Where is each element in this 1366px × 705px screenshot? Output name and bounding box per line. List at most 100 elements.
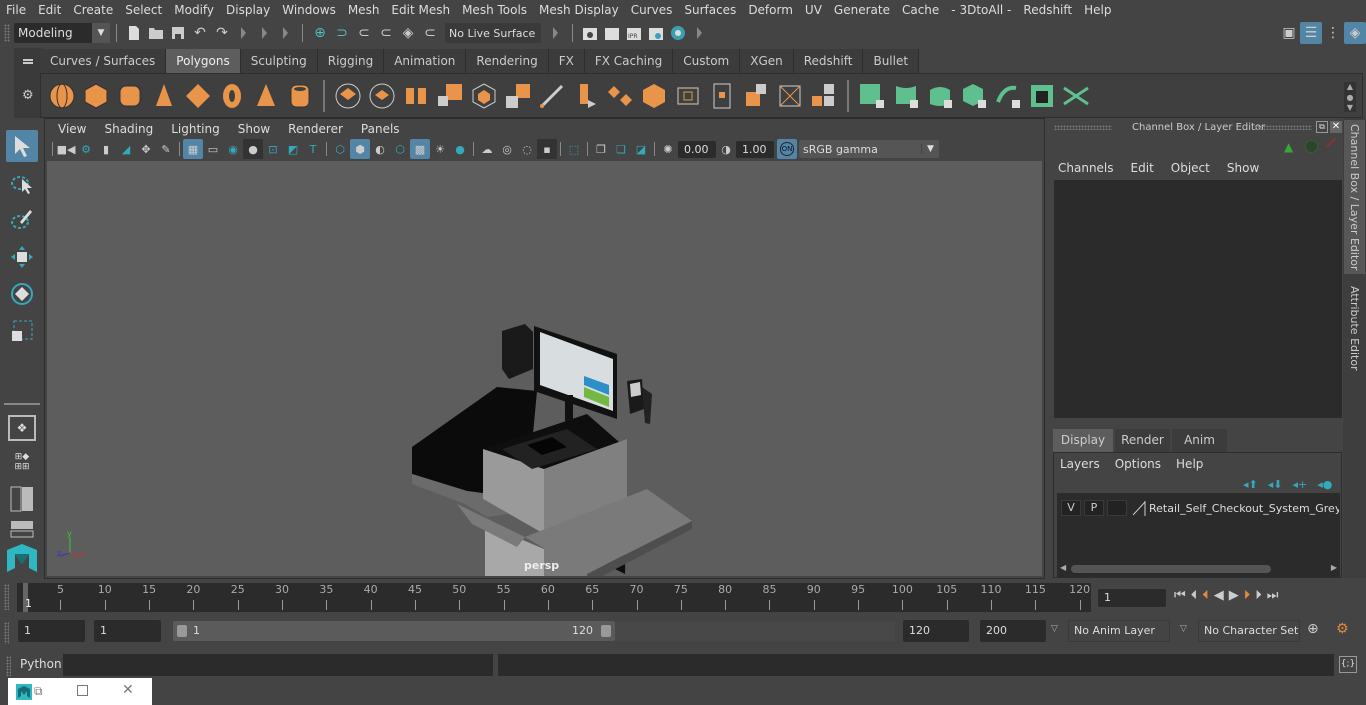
snap-view-plane-icon[interactable]: ⊂ [375, 22, 397, 44]
target-weld-icon[interactable] [604, 80, 636, 112]
layer-tab-render[interactable]: Render [1115, 429, 1170, 452]
layer-menu-options[interactable]: Options [1115, 457, 1161, 471]
viewport-menu-show[interactable]: Show [229, 122, 279, 136]
hypershade-icon[interactable] [667, 22, 689, 44]
film-gate-icon[interactable]: ▭ [203, 139, 223, 159]
drag-handle[interactable] [4, 622, 9, 644]
scene-end-field[interactable]: 200 [980, 620, 1046, 642]
textured-icon[interactable]: ▩ [410, 139, 430, 159]
scroll-down-icon[interactable]: ▼ [1347, 103, 1353, 112]
go-to-start-icon[interactable]: ⏮ [1174, 588, 1186, 603]
shelf-menu-icon[interactable] [23, 59, 33, 64]
playback-end-field[interactable]: 120 [903, 620, 969, 642]
menu-cache[interactable]: Cache [896, 3, 945, 17]
move-tool-icon[interactable] [6, 241, 38, 273]
smooth-shade-icon[interactable]: ⬢ [350, 139, 370, 159]
play-backwards-icon[interactable]: ◀ [1214, 588, 1224, 603]
menu-generate[interactable]: Generate [828, 3, 896, 17]
render-current-frame-icon[interactable] [601, 22, 623, 44]
bevel-icon[interactable] [502, 80, 534, 112]
channel-list[interactable] [1054, 180, 1342, 418]
layer-tab-anim[interactable]: Anim [1172, 429, 1227, 452]
move-layer-down-icon[interactable]: ◂⬇ [1268, 478, 1283, 491]
speed-icon[interactable] [1305, 140, 1318, 153]
menu-select[interactable]: Select [119, 3, 168, 17]
playback-start-field[interactable]: 1 [94, 620, 161, 642]
close-icon[interactable]: ✕ [1330, 121, 1342, 133]
pipe-icon[interactable] [284, 80, 316, 112]
collapse-arrow-icon[interactable] [553, 27, 558, 39]
scroll-up-icon[interactable]: ▲ [1347, 82, 1353, 91]
lasso-tool-icon[interactable] [6, 167, 38, 199]
shadows-icon[interactable]: ● [450, 139, 470, 159]
scroll-left-icon[interactable]: ◀ [1060, 563, 1066, 572]
camera-attributes-icon[interactable]: ⚙ [76, 139, 96, 159]
bookmark-icon[interactable]: ▮ [96, 139, 116, 159]
layer-visibility-toggle[interactable]: V [1061, 500, 1081, 516]
color-management-toggle[interactable]: ON [777, 139, 797, 159]
use-default-material-icon[interactable]: ◐ [370, 139, 390, 159]
menu-windows[interactable]: Windows [276, 3, 342, 17]
character-set-dropdown-icon[interactable]: ▽ [1180, 624, 1187, 634]
menu-mesh-tools[interactable]: Mesh Tools [456, 3, 533, 17]
menu-redshift[interactable]: Redshift [1017, 3, 1078, 17]
uv-editor-icon[interactable] [1026, 80, 1058, 112]
use-all-lights-icon[interactable]: ☀ [430, 139, 450, 159]
menu-3dtoall[interactable]: - 3DtoAll - [945, 3, 1017, 17]
collapse-arrow-icon[interactable] [241, 27, 246, 39]
checkout-model[interactable] [47, 161, 1042, 576]
current-frame-field[interactable]: 1 [1098, 589, 1166, 607]
collapse-arrow-icon[interactable] [283, 27, 288, 39]
layer-name[interactable]: Retail_Self_Checkout_System_Grey_001 [1149, 502, 1339, 515]
combine-icon[interactable] [332, 80, 364, 112]
safe-title-icon[interactable]: T [303, 139, 323, 159]
move-layer-up-icon[interactable]: ◂⬆ [1243, 478, 1258, 491]
open-scene-icon[interactable] [145, 22, 167, 44]
play-forwards-icon[interactable]: ▶ [1229, 588, 1239, 603]
shelf-scroll[interactable]: ▲ ● ▼ [1344, 82, 1356, 112]
viewport-3d[interactable]: y z x persp [47, 161, 1042, 576]
collapse-arrow-icon[interactable] [697, 27, 702, 39]
xray-components-icon[interactable]: ◪ [631, 139, 651, 159]
menu-edit-mesh[interactable]: Edit Mesh [385, 3, 456, 17]
shelf-tab-rigging[interactable]: Rigging [317, 49, 385, 73]
multi-cut-icon[interactable] [536, 80, 568, 112]
grease-pencil-icon[interactable]: ✎ [156, 139, 176, 159]
depth-of-field-icon[interactable]: ▪ [537, 139, 557, 159]
viewport-menu-renderer[interactable]: Renderer [279, 122, 352, 136]
screen-space-ao-icon[interactable]: ☁ [477, 139, 497, 159]
single-perspective-layout-icon[interactable]: ❖ [8, 415, 36, 441]
shelf-tab-fx[interactable]: FX [548, 49, 585, 73]
menu-display[interactable]: Display [220, 3, 276, 17]
redo-icon[interactable]: ↷ [211, 22, 233, 44]
menu-curves[interactable]: Curves [625, 3, 679, 17]
scroll-thumb[interactable] [1071, 565, 1271, 573]
menu-file[interactable]: File [0, 3, 32, 17]
layer-playback-toggle[interactable]: P [1084, 500, 1104, 516]
close-icon[interactable]: ✕ [122, 682, 134, 698]
snap-point-icon[interactable]: ⊂ [353, 22, 375, 44]
shelf-tab-xgen[interactable]: XGen [740, 49, 794, 73]
range-slider[interactable]: 1 120 [173, 621, 615, 641]
sphere-icon[interactable] [46, 80, 78, 112]
float-panel-icon[interactable]: ⧉ [1316, 121, 1328, 133]
render-view-icon[interactable] [579, 22, 601, 44]
ipr-render-icon[interactable]: IPR [623, 22, 645, 44]
cylindrical-uv-icon[interactable] [890, 80, 922, 112]
channel-box-menu-channels[interactable]: Channels [1058, 161, 1114, 175]
auto-key-icon[interactable]: ⊕ [1307, 621, 1319, 637]
step-back-frame-icon[interactable]: ⏴ [1191, 588, 1198, 603]
field-chart-icon[interactable]: ⊡ [263, 139, 283, 159]
snap-grid-icon[interactable]: ⊕ [309, 22, 331, 44]
xray-icon[interactable]: ❐ [591, 139, 611, 159]
tab-channel-box-layer-editor[interactable]: Channel Box / Layer Editor [1344, 120, 1365, 274]
cone-icon[interactable] [148, 80, 180, 112]
anim-layer-dropdown-icon[interactable]: ▽ [1051, 624, 1058, 634]
safe-action-icon[interactable]: ◩ [283, 139, 303, 159]
gamma-field[interactable]: 1.00 [736, 140, 774, 158]
new-empty-layer-icon[interactable]: ◂+ [1293, 478, 1308, 491]
pyramid-icon[interactable] [250, 80, 282, 112]
scroll-right-icon[interactable]: ▶ [1331, 563, 1337, 572]
resolution-gate-icon[interactable]: ◉ [223, 139, 243, 159]
horizontal-scrollbar[interactable]: ◀ ▶ [1057, 563, 1340, 575]
